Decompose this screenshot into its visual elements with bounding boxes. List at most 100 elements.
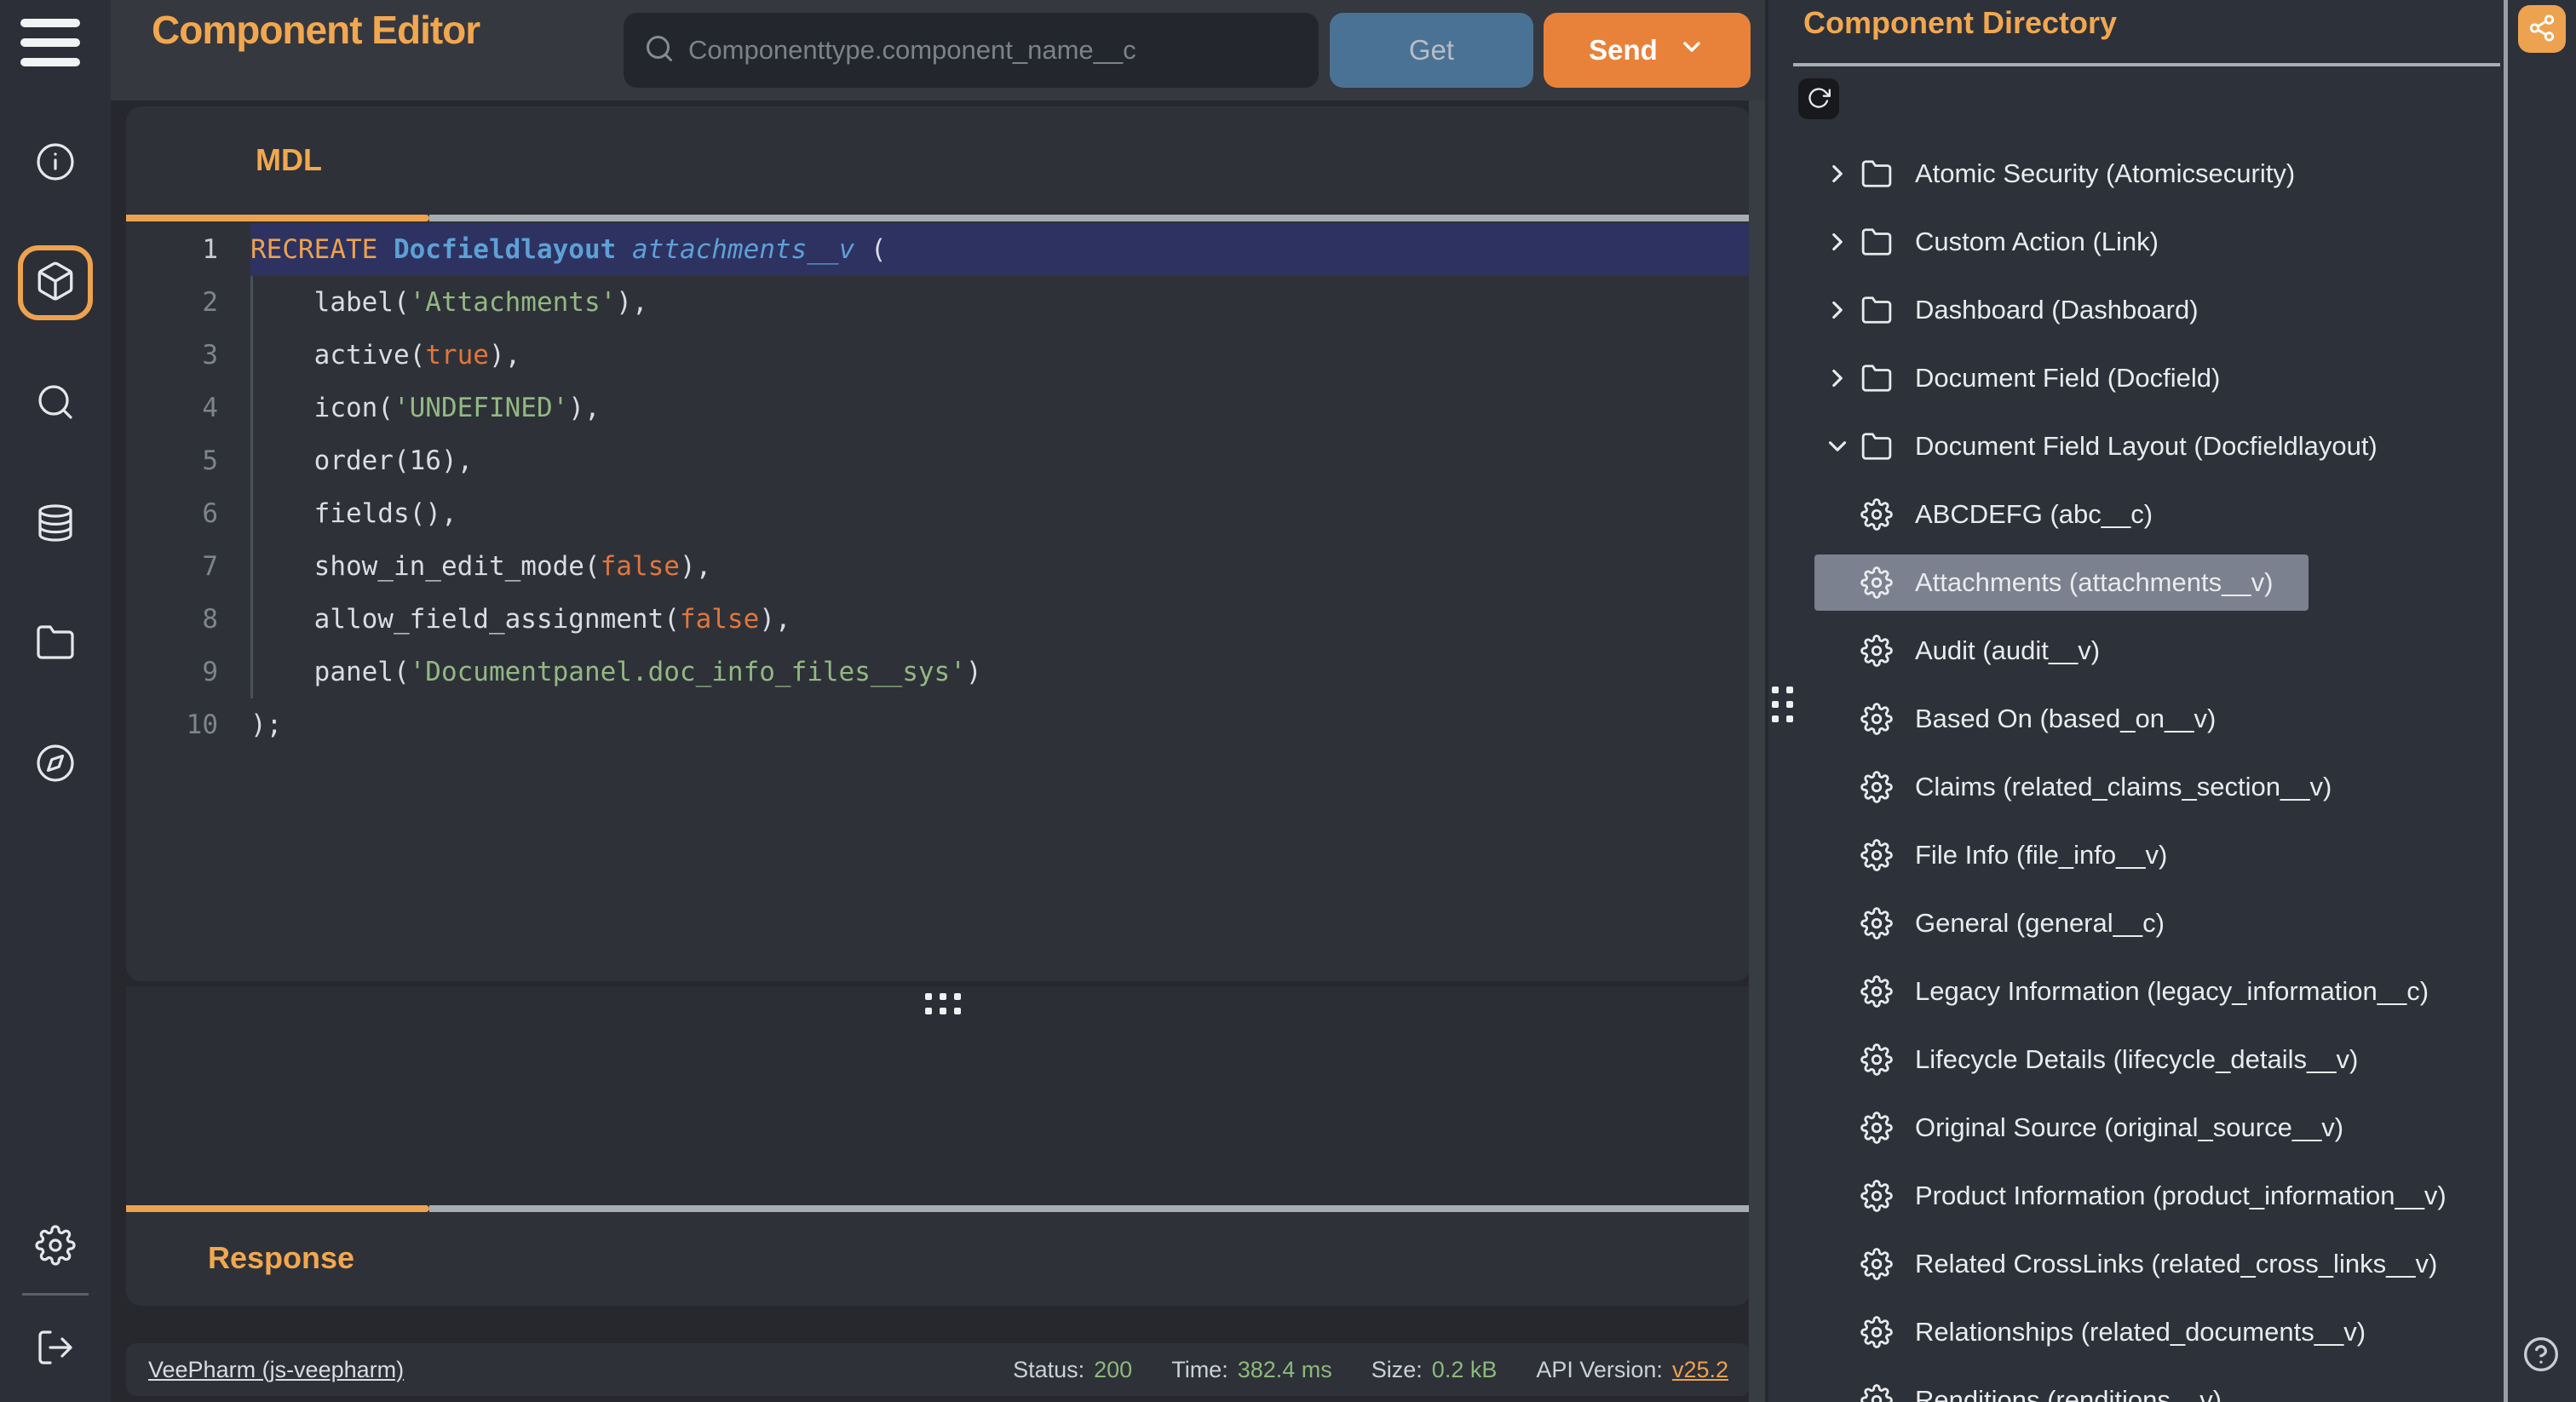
code-line[interactable]: 1 RECREATE Docfieldlayout attachments__v… (126, 223, 1751, 276)
api-version-metric: API Version: v25.2 (1536, 1357, 1728, 1383)
sidebar-item-components-active[interactable] (18, 245, 93, 320)
sidebar-item-settings[interactable] (0, 1225, 111, 1270)
vertical-drag-handle[interactable] (1772, 687, 1793, 722)
directory-scrollbar[interactable] (2504, 0, 2508, 1402)
indent-guide (250, 276, 253, 698)
chevron-right-icon (1823, 227, 1852, 256)
line-number: 6 (126, 487, 250, 540)
hierarchy-view-button[interactable] (2518, 5, 2566, 53)
tree-item-icon (1860, 771, 1893, 803)
tree-chevron[interactable] (1823, 159, 1852, 188)
code-line[interactable]: 6 fields(), (126, 487, 1751, 540)
tree-item[interactable]: Renditions (renditions__v) (1768, 1366, 2576, 1402)
code-line[interactable]: 10 ); (126, 698, 1751, 751)
tree-item-icon (1860, 1248, 1893, 1280)
tree-item[interactable]: Attachments (attachments__v) (1768, 549, 2576, 617)
tree-item[interactable]: Document Field Layout (Docfieldlayout) (1768, 412, 2576, 480)
tree-item[interactable]: Audit (audit__v) (1768, 617, 2576, 685)
tree-item[interactable]: Related CrossLinks (related_cross_links_… (1768, 1230, 2576, 1298)
search-icon (644, 33, 675, 68)
code-line[interactable]: 2 label('Attachments'), (126, 276, 1751, 329)
tree-chevron[interactable] (1823, 227, 1852, 256)
help-button[interactable] (2522, 1336, 2560, 1373)
tree-item[interactable]: Lifecycle Details (lifecycle_details__v) (1768, 1026, 2576, 1094)
line-number: 3 (126, 329, 250, 382)
chevron-right-icon (1823, 296, 1852, 325)
tree-item-icon (1860, 1316, 1893, 1348)
tree-item-label: Based On (based_on__v) (1915, 704, 2216, 734)
line-content: label('Attachments'), (250, 276, 1751, 329)
tree-item-label: Custom Action (Link) (1915, 227, 2159, 257)
component-directory-panel: Component Directory Atomic Security (Ato… (1768, 0, 2576, 1402)
menu-icon[interactable] (20, 19, 80, 66)
component-search (624, 13, 1319, 88)
tree-item-icon (1860, 498, 1893, 531)
gear-icon (1860, 1043, 1893, 1076)
response-panel-title: Response (208, 1240, 354, 1276)
tree-item[interactable]: Relationships (related_documents__v) (1768, 1298, 2576, 1366)
code-line[interactable]: 5 order(16), (126, 434, 1751, 487)
tree-item-label: Product Information (product_information… (1915, 1181, 2447, 1211)
sidebar-item-explore[interactable] (0, 743, 111, 788)
vault-link[interactable]: VeePharm (js-veepharm) (148, 1357, 404, 1383)
gear-icon (1860, 703, 1893, 735)
tree-item-label: Audit (audit__v) (1915, 635, 2100, 666)
tree-item[interactable]: Product Information (product_information… (1768, 1162, 2576, 1230)
gear-icon (1860, 907, 1893, 939)
sidebar-item-logout[interactable] (0, 1327, 111, 1372)
tree-item-icon (1860, 1180, 1893, 1212)
tree-item[interactable]: Document Field (Docfield) (1768, 344, 2576, 412)
sidebar-item-search[interactable] (0, 382, 111, 427)
tree-chevron[interactable] (1823, 296, 1852, 325)
folder-icon (1860, 430, 1893, 463)
code-line[interactable]: 9 panel('Documentpanel.doc_info_files__s… (126, 646, 1751, 698)
app-window: Component Editor Get Send MDL 1 RECREATE… (0, 0, 2576, 1402)
status-bar: VeePharm (js-veepharm) Status: 200 Time:… (126, 1343, 1751, 1396)
code-line[interactable]: 7 show_in_edit_mode(false), (126, 540, 1751, 593)
tree-item[interactable]: Custom Action (Link) (1768, 208, 2576, 276)
editor-tab-underline (126, 215, 1751, 221)
tree-item[interactable]: Original Source (original_source__v) (1768, 1094, 2576, 1162)
sidebar-item-database[interactable] (0, 503, 111, 548)
status-code: 200 (1094, 1357, 1132, 1383)
tree-item[interactable]: Based On (based_on__v) (1768, 685, 2576, 753)
tree-item[interactable]: Legacy Information (legacy_information__… (1768, 957, 2576, 1026)
sidebar-item-info[interactable] (0, 141, 111, 187)
tree-chevron[interactable] (1823, 432, 1852, 461)
code-line[interactable]: 3 active(true), (126, 329, 1751, 382)
tab-mdl[interactable]: MDL (256, 142, 322, 178)
line-content: show_in_edit_mode(false), (250, 540, 1751, 593)
tree-item-label: File Info (file_info__v) (1915, 840, 2167, 871)
chevron-down-icon[interactable] (1678, 33, 1705, 67)
tree-item[interactable]: General (general__c) (1768, 889, 2576, 957)
send-button[interactable]: Send (1544, 13, 1751, 88)
api-version-link[interactable]: v25.2 (1672, 1357, 1728, 1383)
code-lines: 1 RECREATE Docfieldlayout attachments__v… (126, 223, 1751, 751)
tree-item[interactable]: Claims (related_claims_section__v) (1768, 753, 2576, 821)
response-resize-area[interactable] (126, 986, 1751, 1205)
chevron-down-icon (1823, 432, 1852, 461)
tree-item[interactable]: Dashboard (Dashboard) (1768, 276, 2576, 344)
tree-item[interactable]: ABCDEFG (abc__c) (1768, 480, 2576, 549)
gear-icon (1860, 975, 1893, 1008)
code-editor[interactable]: 1 RECREATE Docfieldlayout attachments__v… (126, 221, 1751, 751)
tree-item[interactable]: Atomic Security (Atomicsecurity) (1768, 140, 2576, 208)
panel-resize-gutter[interactable] (1749, 101, 1765, 1402)
get-button[interactable]: Get (1330, 13, 1533, 88)
logout-icon (35, 1327, 76, 1372)
sidebar-item-files[interactable] (0, 622, 111, 667)
horizontal-drag-handle[interactable] (925, 993, 961, 1014)
code-line[interactable]: 4 icon('UNDEFINED'), (126, 382, 1751, 434)
tree-chevron[interactable] (1823, 364, 1852, 393)
sidebar-divider (22, 1293, 89, 1296)
page-title: Component Editor (152, 7, 480, 53)
tree-item[interactable]: File Info (file_info__v) (1768, 821, 2576, 889)
code-line[interactable]: 8 allow_field_assignment(false), (126, 593, 1751, 646)
search-input[interactable] (688, 35, 1298, 66)
status-metric: Status: 200 (1013, 1357, 1132, 1383)
response-time: 382.4 ms (1238, 1357, 1332, 1383)
tree-item-icon (1860, 430, 1893, 463)
refresh-button[interactable] (1798, 78, 1839, 119)
request-metrics: Status: 200 Time: 382.4 ms Size: 0.2 kB … (1013, 1357, 1728, 1383)
gear-icon (1860, 498, 1893, 531)
